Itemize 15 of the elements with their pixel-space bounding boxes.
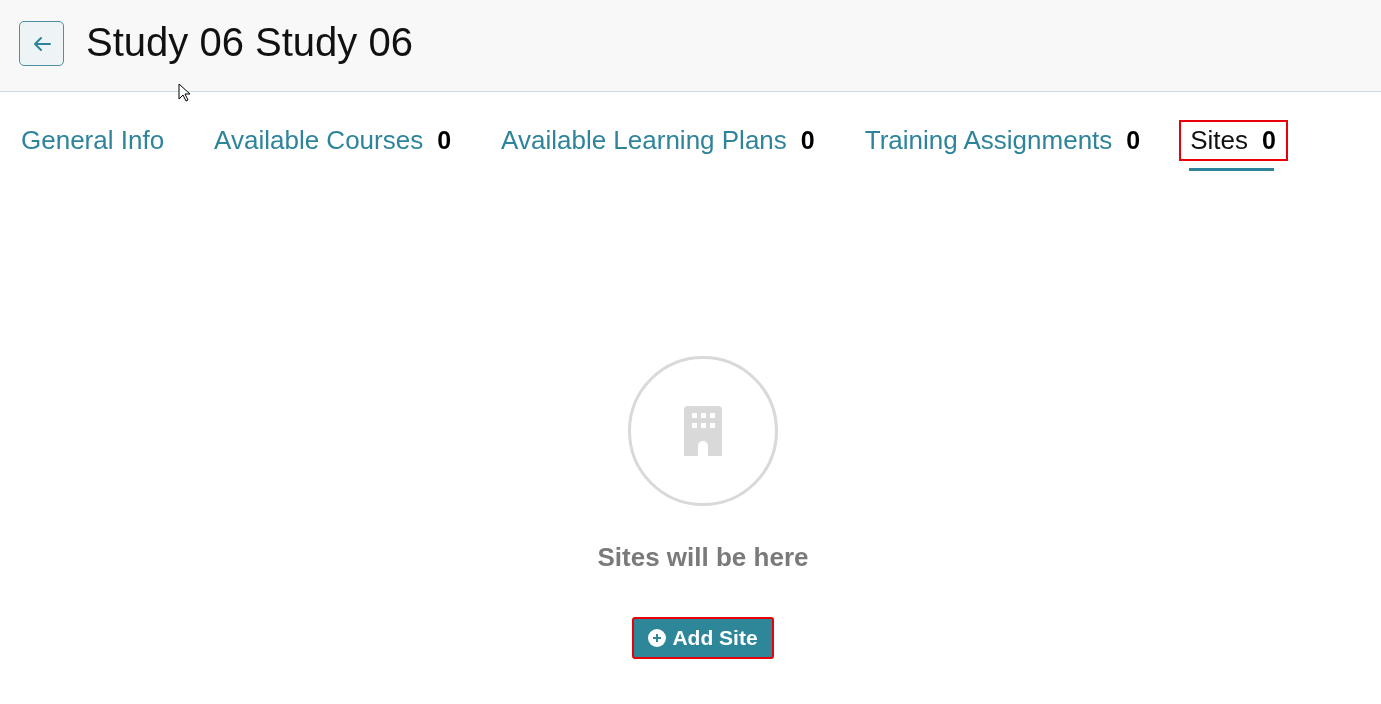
tab[interactable]: Available Courses 0 [203, 120, 464, 161]
add-site-button[interactable]: Add Site [632, 617, 774, 659]
building-icon [684, 406, 722, 456]
page-title: Study 06 Study 06 [86, 20, 413, 65]
tab-count: 0 [1126, 126, 1141, 155]
tab[interactable]: General Info [10, 120, 177, 161]
empty-state-message: Sites will be here [597, 542, 809, 573]
tab[interactable]: Training Assignments 0 [853, 120, 1153, 161]
plus-circle-icon [648, 629, 667, 647]
tab-count: 0 [437, 126, 452, 155]
tab[interactable]: Available Learning Plans 0 [490, 120, 827, 161]
back-button[interactable] [19, 21, 64, 66]
tab-count: 0 [1262, 126, 1276, 155]
back-arrow-icon [32, 35, 51, 52]
tab-count: 0 [800, 126, 815, 155]
